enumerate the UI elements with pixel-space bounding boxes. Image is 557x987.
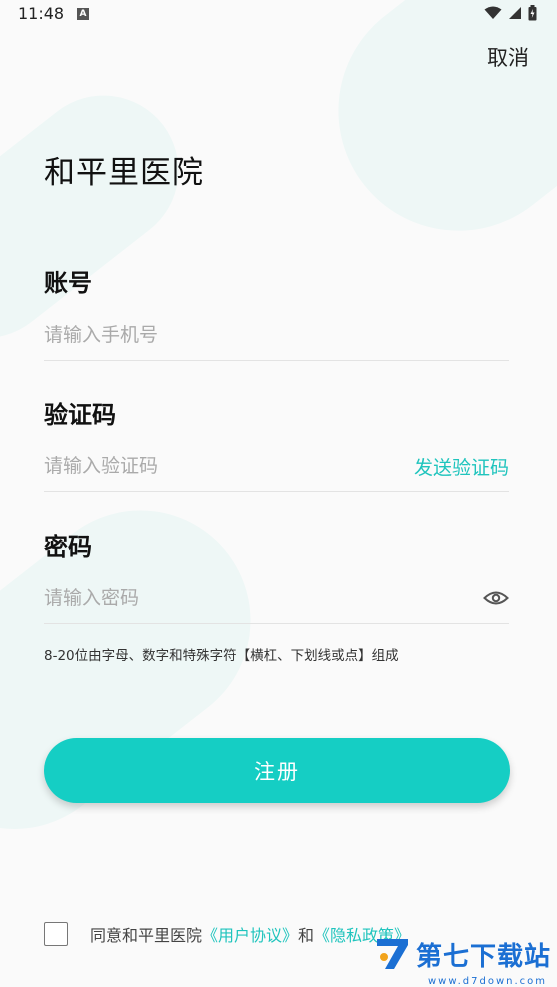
- agreement-prefix: 同意和平里医院: [90, 926, 203, 945]
- code-row: 发送验证码: [44, 441, 509, 492]
- status-time: 11:48: [18, 4, 65, 23]
- eye-icon[interactable]: [483, 588, 509, 608]
- wifi-icon: [484, 6, 502, 19]
- watermark: 第七下载站: [374, 935, 551, 973]
- status-icons: [484, 5, 537, 21]
- battery-icon: [528, 5, 537, 21]
- account-label: 账号: [44, 269, 92, 297]
- watermark-brand: 第七下载站: [415, 941, 551, 972]
- cancel-button[interactable]: 取消: [487, 42, 529, 72]
- register-button[interactable]: 注册: [44, 738, 510, 803]
- user-agreement-link[interactable]: 《用户协议》: [202, 926, 298, 945]
- watermark-url: www.d7down.com: [427, 976, 547, 987]
- agreement-text: 同意和平里医院《用户协议》和《隐私政策》: [90, 922, 410, 946]
- password-label: 密码: [44, 533, 92, 561]
- code-label: 验证码: [44, 401, 116, 429]
- status-bar: 11:48 A: [0, 0, 557, 30]
- hospital-name: 和平里医院: [44, 155, 204, 191]
- agree-checkbox[interactable]: [44, 922, 68, 946]
- signal-icon: [509, 7, 521, 19]
- password-input[interactable]: [44, 587, 483, 609]
- watermark-logo-icon: [376, 939, 408, 969]
- phone-input[interactable]: [44, 324, 509, 346]
- agreement-row: 同意和平里医院《用户协议》和《隐私政策》: [44, 922, 410, 946]
- agreement-and: 和: [298, 926, 315, 945]
- password-hint: 8-20位由字母、数字和特殊字符【横杠、下划线或点】组成: [44, 648, 399, 664]
- notification-icon: A: [77, 8, 89, 20]
- code-input[interactable]: [44, 455, 414, 477]
- password-row: [44, 573, 509, 624]
- send-code-button[interactable]: 发送验证码: [414, 453, 509, 480]
- account-row: [44, 310, 509, 361]
